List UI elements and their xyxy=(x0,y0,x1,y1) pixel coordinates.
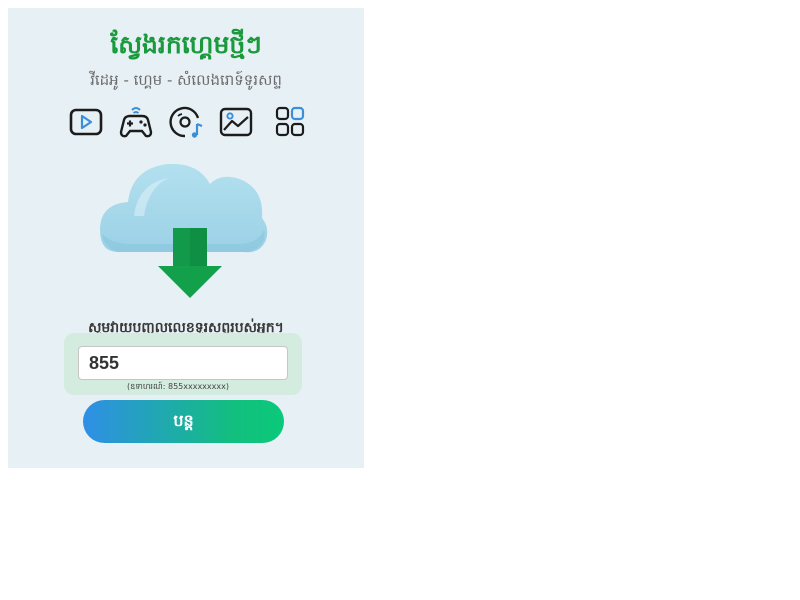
page-title: ស្វែងរកហ្គេមថ្មីៗ xyxy=(110,30,262,59)
cloud-download-icon xyxy=(100,163,268,298)
phone-number-input[interactable] xyxy=(78,346,288,380)
phone-example-hint: (ឧទាហរណ៍: 855xxxxxxxxx) xyxy=(127,382,229,391)
page-subtitle: វីដេអូ - ហ្គេម - សំលេងរោទ៍ទូរសព្ទ xyxy=(90,71,282,89)
image-icon xyxy=(219,107,253,137)
gamepad-icon xyxy=(119,107,153,138)
apps-grid-icon xyxy=(275,106,305,137)
video-icon xyxy=(69,108,103,136)
landing-card: ស្វែងរកហ្គេមថ្មីៗ វីដេអូ - ហ្គេម - សំលេង… xyxy=(8,8,364,468)
category-icons xyxy=(68,104,308,144)
music-disc-icon xyxy=(169,106,203,138)
continue-button[interactable]: បន្ត xyxy=(83,400,284,443)
